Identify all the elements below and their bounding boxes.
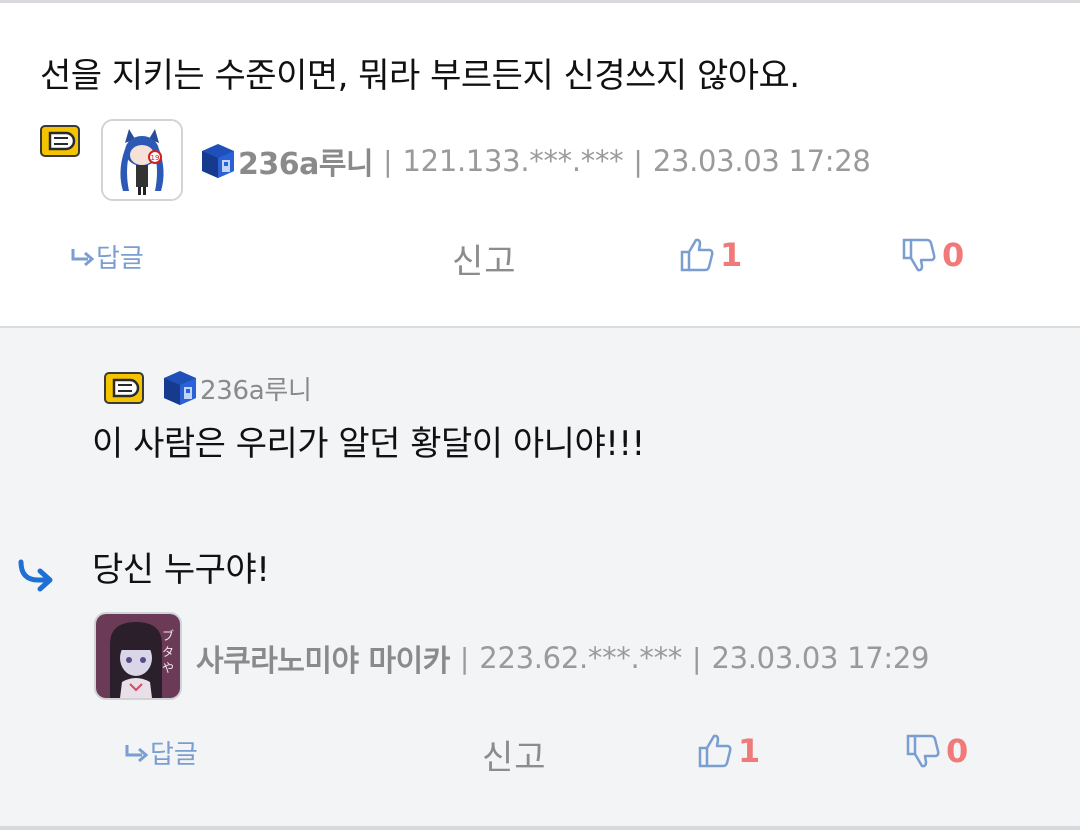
mention-target: 236a루니 <box>104 368 312 408</box>
meta-separator: | <box>692 641 702 675</box>
meta-separator: | <box>459 641 470 675</box>
ip-address: 223.62.***.*** <box>479 641 683 675</box>
level-cube-icon <box>202 144 234 178</box>
reply-arrow-icon <box>71 248 95 266</box>
report-label: 신고 <box>452 242 517 282</box>
svg-text:19: 19 <box>151 154 160 162</box>
avatar[interactable]: 19 <box>101 119 183 201</box>
downvote-button[interactable]: 0 <box>904 732 968 770</box>
upvote-count: 1 <box>738 732 761 770</box>
bottom-divider <box>0 826 1080 830</box>
thumbs-down-icon <box>902 238 936 272</box>
upvote-button[interactable]: 1 <box>696 732 760 770</box>
svg-text:タ: タ <box>162 645 174 659</box>
reply-label: 답글 <box>150 740 198 770</box>
timestamp: 23.03.03 17:28 <box>652 144 871 178</box>
downvote-button[interactable]: 0 <box>900 236 964 274</box>
fixed-nick-badge-icon <box>104 372 144 404</box>
upvote-count: 1 <box>720 236 743 274</box>
report-button[interactable]: 신고 <box>482 730 547 779</box>
report-label: 신고 <box>482 738 547 778</box>
reply-label: 답글 <box>96 244 144 274</box>
reply-arrow-icon <box>18 559 53 592</box>
level-cube-icon <box>164 371 196 405</box>
comment-meta: 236a루니 | 121.133.***.*** | 23.03.03 17:2… <box>198 139 871 183</box>
reply-button[interactable]: 답글 <box>124 734 198 771</box>
thumbs-down-icon <box>906 734 940 768</box>
svg-text:や: や <box>162 661 174 675</box>
downvote-count: 0 <box>946 732 969 770</box>
comment-meta: 사쿠라노미야 마이카 | 223.62.***.*** | 23.03.03 1… <box>196 636 929 680</box>
comment-text-line: 이 사람은 우리가 알던 황달이 아니야!!! <box>92 424 645 464</box>
ip-address: 121.133.***.*** <box>402 144 624 178</box>
mention-nickname[interactable]: 236a루니 <box>200 370 312 407</box>
reply-button[interactable]: 답글 <box>70 238 144 275</box>
svg-text:ブ: ブ <box>162 628 174 643</box>
reply-arrow-icon <box>125 744 149 762</box>
meta-separator: | <box>383 144 393 178</box>
reply-comment-item: 236a루니 이 사람은 우리가 알던 황달이 아니야!!! 당신 누구야! ブ… <box>0 326 1080 826</box>
thumbs-up-icon <box>680 238 714 272</box>
downvote-count: 0 <box>942 236 965 274</box>
meta-separator: | <box>633 144 643 178</box>
comment-text-line: 당신 누구야! <box>92 550 270 590</box>
fixed-nick-badge-icon <box>40 125 80 157</box>
comment-item: 선을 지키는 수준이면, 뭐라 부르든지 신경쓰지 않아요. 19 236a루니… <box>0 3 1080 326</box>
thumbs-up-icon <box>698 734 732 768</box>
avatar[interactable]: ブ タ や <box>94 612 182 700</box>
comment-text: 선을 지키는 수준이면, 뭐라 부르든지 신경쓰지 않아요. <box>40 56 800 96</box>
report-button[interactable]: 신고 <box>452 234 517 283</box>
timestamp: 23.03.03 17:29 <box>711 641 930 675</box>
nickname[interactable]: 236a루니 <box>238 139 374 183</box>
upvote-button[interactable]: 1 <box>678 236 742 274</box>
nickname[interactable]: 사쿠라노미야 마이카 <box>196 636 450 680</box>
